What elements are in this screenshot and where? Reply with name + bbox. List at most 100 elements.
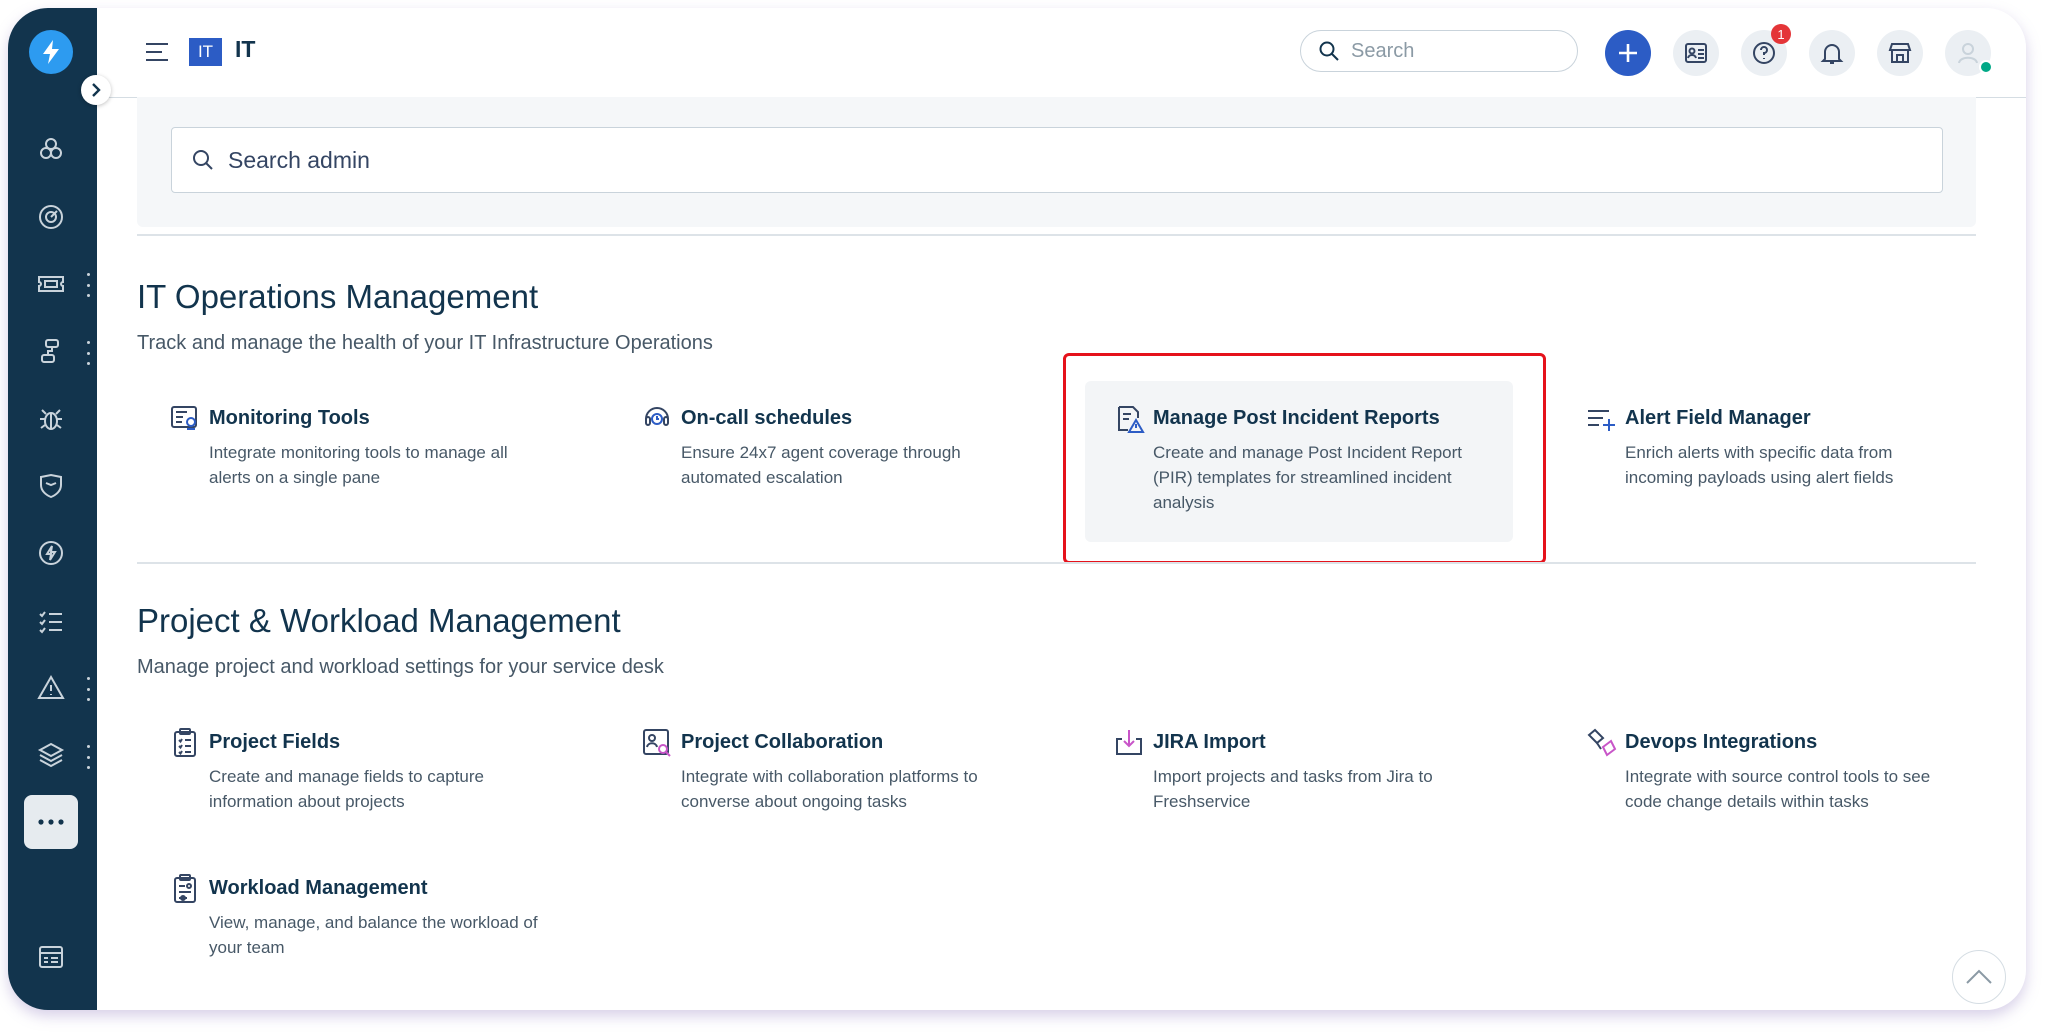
sidebar-item-more[interactable]: [24, 795, 78, 849]
lightning-icon: [39, 541, 63, 565]
sidebar-item-releases[interactable]: [24, 459, 78, 513]
layers-icon: [37, 742, 65, 768]
help-icon: [1753, 42, 1775, 64]
search-icon: [1319, 41, 1339, 61]
card-devops-integrations[interactable]: Devops Integrations Integrate with sourc…: [1557, 705, 1985, 834]
store-icon: [1888, 43, 1912, 63]
admin-search-input[interactable]: Search admin: [171, 127, 1943, 193]
top-header: IT IT Search 1: [97, 8, 2026, 98]
card-jira-import[interactable]: JIRA Import Import projects and tasks fr…: [1085, 705, 1513, 834]
notifications-button[interactable]: [1809, 30, 1855, 76]
user-profile-button[interactable]: [1945, 30, 1993, 76]
workload-icon: [174, 874, 196, 903]
help-button[interactable]: 1: [1741, 24, 1791, 76]
app-window: IT IT Search 1 Search admin IT Operation…: [8, 8, 2026, 1010]
card-description: Import projects and tasks from Jira to F…: [1153, 767, 1433, 811]
card-on-call-schedules[interactable]: On-call schedules Ensure 24x7 agent cove…: [613, 381, 1041, 510]
scroll-to-top-button[interactable]: [1952, 950, 2006, 1004]
card-title: JIRA Import: [1153, 731, 1266, 753]
sidebar-item-tickets[interactable]: [24, 257, 78, 311]
card-title: On-call schedules: [681, 407, 853, 429]
card-description: View, manage, and balance the workload o…: [209, 913, 538, 957]
sidebar-item-incidents[interactable]: [24, 661, 78, 715]
avatar-icon: [1958, 43, 1978, 64]
section-title-it-operations: IT Operations Management: [137, 278, 539, 315]
card-workload-management[interactable]: Workload Management View, manage, and ba…: [141, 851, 569, 980]
section-subtitle-it-operations: Track and manage the health of your IT I…: [137, 332, 713, 354]
card-description: Integrate with collaboration platforms t…: [681, 767, 978, 811]
sidebar-item-problems[interactable]: [24, 392, 78, 446]
workflow-icon: [41, 339, 59, 363]
chevron-up-icon: [1966, 969, 1992, 984]
cluster-icon: [40, 138, 62, 159]
chevron-right-icon: [92, 83, 101, 97]
catalog-icon: [39, 946, 63, 968]
card-title: Project Collaboration: [681, 731, 884, 753]
sidebar: [8, 8, 97, 1010]
sidebar-item-analytics[interactable]: [24, 190, 78, 244]
import-icon: [1116, 730, 1142, 755]
section-subtitle-project-workload: Manage project and workload settings for…: [137, 656, 664, 678]
card-description: Ensure 24x7 agent coverage through autom…: [681, 443, 961, 487]
card-title: Monitoring Tools: [209, 407, 370, 429]
card-title: Project Fields: [209, 731, 341, 753]
card-project-fields[interactable]: Project Fields Create and manage fields …: [141, 705, 569, 834]
highlight-box: [1063, 353, 1546, 564]
card-alert-field-manager[interactable]: Alert Field Manager Enrich alerts with s…: [1557, 381, 1985, 510]
hamburger-menu-icon[interactable]: [145, 41, 169, 63]
shield-icon: [40, 473, 62, 499]
sidebar-item-changes[interactable]: [24, 324, 78, 378]
bug-icon: [40, 409, 62, 430]
more-horizontal-icon: [38, 819, 64, 825]
freshservice-logo[interactable]: [29, 30, 73, 74]
workspace-badge: IT: [189, 38, 222, 66]
sidebar-item-alerts[interactable]: [24, 526, 78, 580]
collaboration-icon: [643, 729, 671, 757]
sidebar-item-dashboard[interactable]: [24, 122, 78, 176]
admin-search-panel: Search admin: [137, 97, 1976, 227]
changes-more-menu[interactable]: [84, 341, 92, 365]
marketplace-button[interactable]: [1877, 30, 1923, 76]
card-description: Enrich alerts with specific data from in…: [1625, 443, 1894, 487]
card-description: Create and manage fields to capture info…: [209, 767, 485, 811]
card-title: Workload Management: [209, 877, 428, 899]
help-notification-badge: 1: [1771, 24, 1791, 44]
clipboard-list-icon: [174, 728, 196, 757]
admin-search-placeholder: Search admin: [228, 146, 370, 173]
workspace-name[interactable]: IT: [235, 36, 255, 63]
tickets-more-menu[interactable]: [84, 273, 92, 297]
assets-more-menu[interactable]: [84, 745, 92, 769]
ticket-icon: [38, 276, 64, 292]
checklist-icon: [39, 611, 62, 634]
admin-main-content: Search admin IT Operations Management Tr…: [97, 97, 2026, 1010]
card-description: Integrate monitoring tools to manage all…: [209, 443, 508, 487]
search-placeholder: Search: [1351, 39, 1415, 62]
card-project-collaboration[interactable]: Project Collaboration Integrate with col…: [613, 705, 1041, 834]
service-catalog-button[interactable]: [1673, 30, 1719, 76]
section-divider: [137, 234, 1976, 236]
card-description: Integrate with source control tools to s…: [1625, 767, 1931, 811]
devops-icon: [1587, 728, 1617, 757]
section-divider: [137, 562, 1976, 564]
incidents-more-menu[interactable]: [84, 677, 92, 701]
gauge-icon: [39, 205, 63, 229]
card-title: Devops Integrations: [1625, 731, 1818, 753]
bell-icon: [1820, 44, 1844, 64]
new-item-button[interactable]: [1605, 30, 1651, 76]
card-monitoring-tools[interactable]: Monitoring Tools Integrate monitoring to…: [141, 381, 569, 510]
contact-card-icon: [1685, 43, 1707, 63]
section-title-project-workload: Project & Workload Management: [137, 602, 621, 639]
plus-icon: [1619, 44, 1637, 62]
sidebar-item-tasks[interactable]: [24, 594, 78, 648]
sidebar-expand-button[interactable]: [81, 75, 111, 105]
alert-field-icon: [1588, 410, 1615, 431]
on-call-icon: [645, 407, 669, 426]
monitor-icon: [171, 406, 197, 430]
search-icon: [193, 150, 213, 170]
sidebar-item-assets[interactable]: [24, 728, 78, 782]
warning-icon: [37, 674, 65, 699]
card-title: Alert Field Manager: [1625, 407, 1811, 429]
online-status-dot: [1979, 60, 1993, 74]
global-search-input[interactable]: Search: [1300, 30, 1578, 72]
sidebar-item-catalog[interactable]: [24, 930, 78, 984]
